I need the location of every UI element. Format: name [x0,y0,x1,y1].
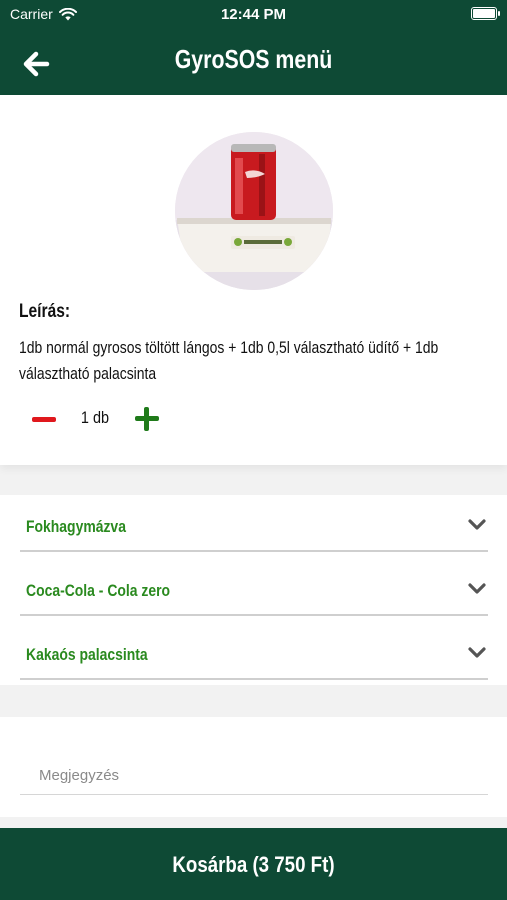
quantity-stepper: 1 db [0,400,507,440]
note-card [0,717,507,817]
decrease-button[interactable] [28,410,60,430]
quantity-value: 1 db [80,408,110,427]
page-title: GyroSOS menü [174,44,333,74]
status-time: 12:44 PM [220,6,287,23]
product-photo [175,132,333,290]
chevron-down-icon [468,647,486,658]
add-to-cart-button[interactable]: Kosárba (3 750 Ft) [0,828,507,900]
increase-button[interactable] [132,404,162,434]
options-card: Fokhagymázva Coca-Cola - Cola zero Kakaó… [0,495,507,685]
option-label: Fokhagymázva [26,517,126,536]
battery-icon [471,7,500,20]
note-field[interactable] [20,757,488,795]
option-select-sauce[interactable]: Fokhagymázva [20,495,488,552]
header: Carrier 12:44 PM GyroSOS menü [0,0,507,95]
option-label: Kakaós palacsinta [26,645,148,664]
minus-icon [32,417,56,422]
description-text: 1db normál gyrosos töltött lángos + 1db … [19,338,439,383]
add-to-cart-label: Kosárba (3 750 Ft) [172,852,335,877]
description-label: Leírás: [19,301,71,322]
option-select-pancake[interactable]: Kakaós palacsinta [20,623,488,680]
product-card: Leírás: 1db normál gyrosos töltött lángo… [0,95,507,465]
option-select-drink[interactable]: Coca-Cola - Cola zero [20,559,488,616]
product-illustration [175,132,333,290]
chevron-down-icon [468,583,486,594]
status-bar: Carrier 12:44 PM [0,0,507,30]
option-label: Coca-Cola - Cola zero [26,581,171,600]
chevron-down-icon [468,519,486,530]
